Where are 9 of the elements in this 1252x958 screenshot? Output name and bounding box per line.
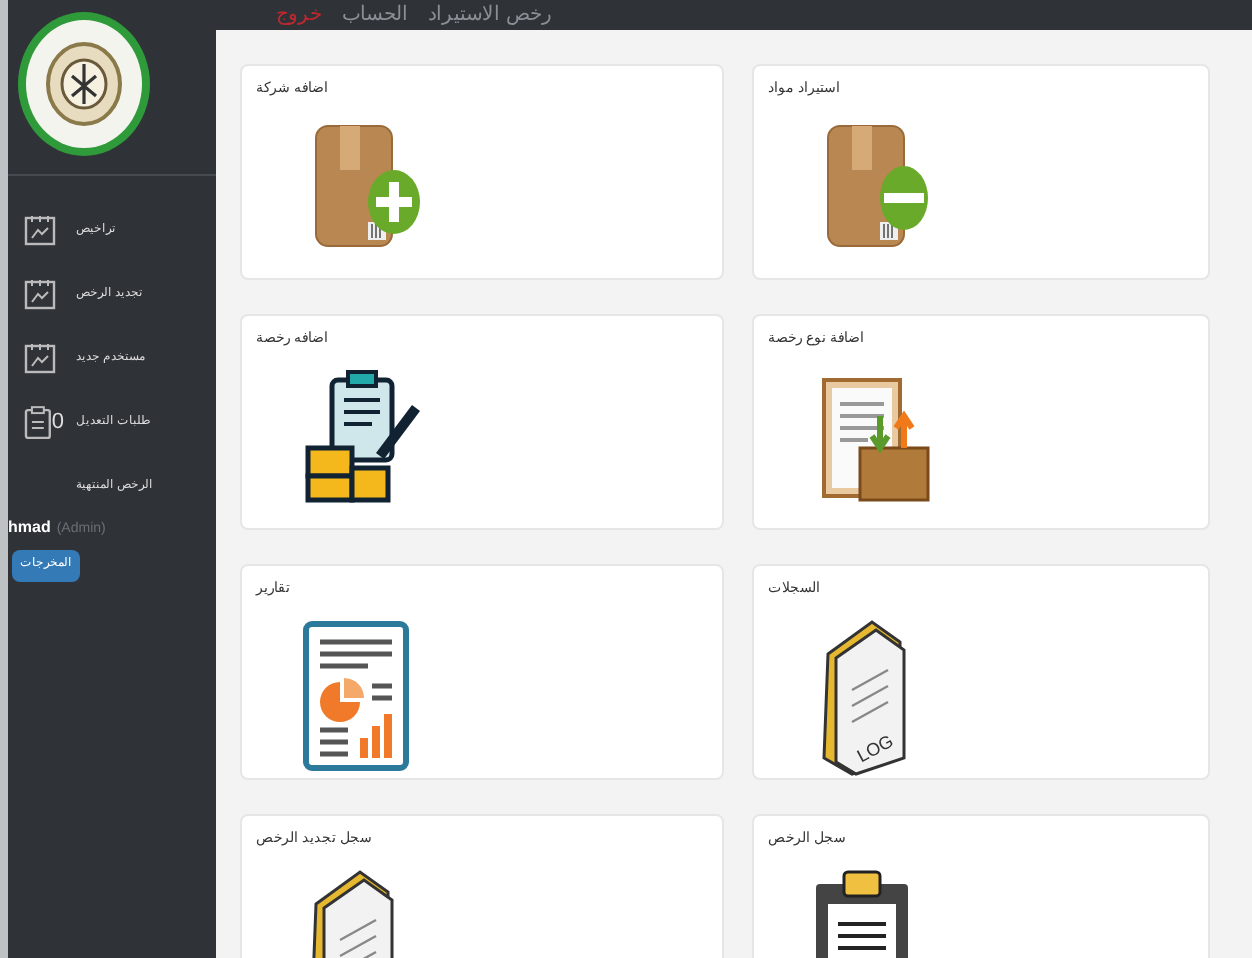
calendar-icon bbox=[24, 214, 56, 246]
clipboard-icon bbox=[24, 405, 52, 439]
calendar-icon bbox=[24, 278, 56, 310]
logo-icon bbox=[16, 10, 152, 158]
nav-link[interactable]: رخص الاستيراد bbox=[428, 0, 552, 30]
calendar-icon bbox=[24, 342, 56, 374]
nav-link[interactable]: الحساب bbox=[342, 0, 408, 30]
user-name: hmad bbox=[8, 516, 51, 540]
report-icon bbox=[300, 617, 412, 773]
